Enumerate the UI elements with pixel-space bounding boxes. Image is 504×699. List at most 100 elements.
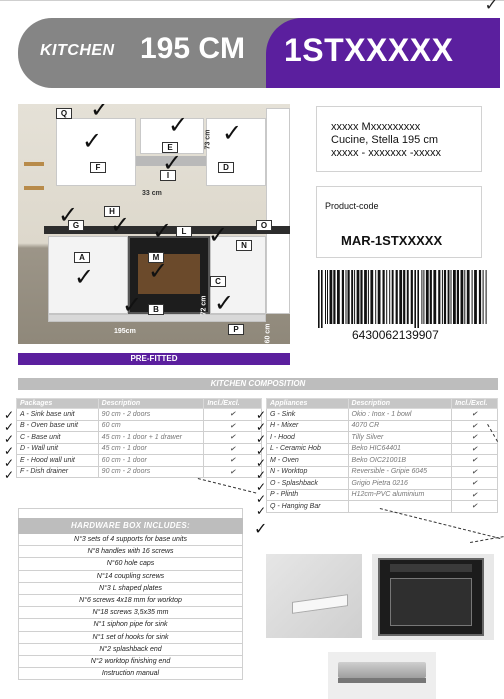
product-code-value: MAR-1STXXXXX [341, 233, 443, 248]
page-top-edge: ✓ [0, 0, 504, 14]
appliance-name: P - Plinth [266, 488, 349, 501]
barcode-bar [399, 270, 403, 324]
col-header-incl: Incl./Excl. [203, 398, 262, 409]
check-mark-icon: ✓ [110, 212, 131, 239]
hardware-item: N°1 siphon pipe for sink [18, 619, 243, 632]
table-row: M - Oven Beko OIC21001B ✔ [266, 454, 498, 467]
barcode-bar [329, 270, 333, 324]
photo-label-f: F [90, 162, 106, 173]
barcode-bars [318, 270, 487, 328]
oven-control-panel [390, 564, 472, 572]
barcode-bar [391, 270, 394, 324]
appliance-name: M - Oven [266, 454, 349, 467]
package-name: C - Base unit [16, 431, 99, 444]
package-name: F - Dish drainer [16, 465, 99, 478]
photo-label-o: O [256, 220, 272, 231]
wall-shelf [24, 186, 44, 190]
product-info-box: xxxxx Mxxxxxxxxx Cucine, Stella 195 cm x… [316, 106, 482, 172]
barcode-bar [367, 270, 369, 324]
kitchen-code: 1STXXXXX [284, 32, 454, 68]
check-mark-icon: ✓ [90, 104, 111, 123]
barcode-bar [345, 270, 347, 324]
package-included: ✔ [203, 431, 262, 444]
product-code-label: Product-code [325, 201, 379, 211]
barcode-bar [403, 270, 406, 324]
barcode: 6430062139907 [316, 270, 488, 342]
table-row: I - Hood Tilly Silver ✔ [266, 431, 498, 444]
hardware-item: N°60 hole caps [18, 558, 243, 571]
check-mark-icon: ✓ [162, 150, 183, 177]
appliance-description: Beko OIC21001B [347, 454, 453, 467]
hardware-item: N°8 handles with 16 screws [18, 546, 243, 559]
packages-table: Packages Description Incl./Excl. A - Sin… [16, 398, 262, 478]
table-row: F - Dish drainer 90 cm - 2 doors ✔ [16, 465, 262, 478]
table-row: N - Worktop Reversible - Gripie 6045 ✔ [266, 465, 498, 478]
hardware-spacer [18, 508, 243, 518]
table-row: L - Ceramic Hob Beko HIC64401 ✔ [266, 442, 498, 455]
package-included: ✔ [203, 465, 262, 478]
hardware-item: Instruction manual [18, 668, 243, 681]
appliance-name: L - Ceramic Hob [266, 442, 349, 455]
barcode-bar [341, 270, 344, 324]
appliance-name: Q - Hanging Bar [266, 500, 349, 513]
hardware-item: N°14 coupling screws [18, 570, 243, 583]
photo-label-d: D [218, 162, 234, 173]
hardware-item: N°2 splashback end [18, 643, 243, 656]
kitchen-photo: Q E F D I H G L O N A M C B P 33 cm 195c… [18, 104, 290, 344]
package-description: 90 cm - 2 doors [97, 408, 205, 421]
appliance-name: O - Splashback [266, 477, 349, 490]
package-description: 60 cm [97, 419, 205, 432]
hardware-item: N°3 sets of 4 supports for base units [18, 534, 243, 547]
check-mark-icon: ✓ [152, 218, 173, 245]
check-mark-icon: ✓ [122, 292, 143, 319]
info-line-2: Cucine, Stella 195 cm [331, 134, 438, 146]
barcode-bar [429, 270, 432, 324]
appliance-included: ✔ [451, 431, 498, 444]
barcode-bar [360, 270, 363, 324]
col-header-description: Description [347, 398, 453, 409]
check-mark-icon: ✓ [254, 521, 268, 538]
package-description: 60 cm - 1 door [97, 454, 205, 467]
barcode-bar [478, 270, 482, 324]
barcode-bar [327, 270, 328, 324]
appliance-name: G - Sink [266, 408, 349, 421]
appliance-name: N - Worktop [266, 465, 349, 478]
dimension-wall-height: 73 cm [204, 129, 212, 150]
appliance-description [347, 500, 453, 513]
col-header-incl: Incl./Excl. [451, 398, 498, 409]
barcode-bar [443, 270, 447, 324]
dimension-depth: 60 cm [264, 323, 272, 344]
product-code-box: Product-code MAR-1STXXXXX [316, 186, 482, 258]
header-banner: KITCHEN 195 CM 1STXXXXX [18, 18, 500, 88]
package-included: ✔ [203, 454, 262, 467]
barcode-bar [456, 270, 459, 324]
appliance-included: ✔ [451, 454, 498, 467]
plinth-piece [292, 594, 348, 614]
package-name: D - Wall unit [16, 442, 99, 455]
appliance-included: ✔ [451, 442, 498, 455]
table-row: E - Hood wall unit 60 cm - 1 door ✔ [16, 454, 262, 467]
package-description: 45 cm - 1 door + 1 drawer [97, 431, 205, 444]
check-mark-icon: ✓ [256, 504, 267, 518]
package-name: B - Oven base unit [16, 419, 99, 432]
appliance-description: Reversible - Gripie 6045 [347, 465, 453, 478]
barcode-bar [438, 270, 441, 324]
kitchen-composition-header: KITCHEN COMPOSITION [18, 378, 498, 390]
barcode-number: 6430062139907 [352, 328, 439, 342]
barcode-bar [433, 270, 437, 324]
kitchen-label: KITCHEN [40, 42, 115, 59]
hardware-box-title: HARDWARE BOX INCLUDES: [18, 518, 243, 534]
package-name: A - Sink base unit [16, 408, 99, 421]
appliance-description: Okio : Inox - 1 bowl [347, 408, 453, 421]
hardware-item: N°3 L shaped plates [18, 582, 243, 595]
dimension-height: 216 [274, 211, 282, 224]
check-mark-icon: ✓ [4, 468, 15, 482]
barcode-bar [460, 270, 464, 324]
appliance-description: H12cm-PVC aluminium [347, 488, 453, 501]
package-description: 45 cm - 1 door [97, 442, 205, 455]
barcode-bar [441, 270, 443, 324]
barcode-bar [474, 270, 477, 324]
barcode-bar [406, 270, 409, 324]
package-included: ✔ [203, 442, 262, 455]
barcode-bar [425, 270, 429, 324]
